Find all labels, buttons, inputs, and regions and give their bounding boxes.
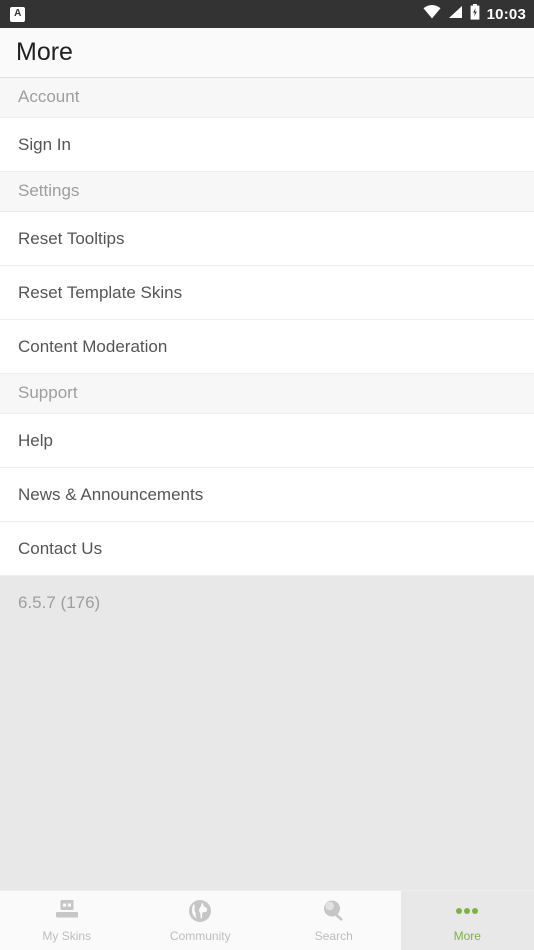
globe-icon [187,898,213,924]
list-item-label: Contact Us [18,538,103,558]
section-header-account: Account [0,78,534,118]
more-screen: A 10:03 More Account Sign In Settings Re… [0,0,534,950]
nav-item-more[interactable]: More [400,891,534,950]
status-bar-right: 10:03 [423,3,526,25]
version-footer: 6.5.7 (176) [0,576,534,890]
status-bar: A 10:03 [0,0,534,28]
list-item-label: Help [18,430,53,450]
nav-item-search[interactable]: Search [267,891,401,950]
settings-list: Account Sign In Settings Reset Tooltips … [0,78,534,890]
battery-icon [470,3,480,25]
section-header-label: Account [18,87,80,106]
cellular-signal-icon [448,5,463,24]
page-title: More [16,38,73,66]
magnifier-icon [321,898,347,924]
section-header-label: Settings [18,181,80,200]
list-item-news-announcements[interactable]: News & Announcements [0,468,534,522]
title-bar: More [0,28,534,78]
list-item-help[interactable]: Help [0,414,534,468]
three-dots-icon [452,898,482,924]
app-version-label: 6.5.7 (176) [18,593,101,612]
nav-item-my-skins[interactable]: My Skins [0,891,134,950]
list-item-label: Content Moderation [18,336,168,356]
list-item-sign-in[interactable]: Sign In [0,118,534,172]
status-bar-left: A [10,6,25,22]
list-item-contact-us[interactable]: Contact Us [0,522,534,576]
nav-item-label: More [453,929,481,943]
section-header-label: Support [18,383,78,402]
nav-item-label: Community [169,929,231,943]
nav-item-label: Search [314,929,353,943]
nav-item-community[interactable]: Community [134,891,268,950]
app-badge-icon: A [10,6,25,22]
nav-item-label: My Skins [42,929,92,943]
list-item-content-moderation[interactable]: Content Moderation [0,320,534,374]
bottom-navigation-bar: My Skins Community Search More [0,890,534,950]
list-item-label: News & Announcements [18,484,204,504]
app-badge-letter: A [14,7,21,19]
list-item-label: Reset Template Skins [18,282,183,302]
wifi-icon [423,4,441,24]
list-item-label: Reset Tooltips [18,228,125,248]
skin-character-icon [52,898,82,924]
section-header-settings: Settings [0,172,534,212]
list-item-reset-tooltips[interactable]: Reset Tooltips [0,212,534,266]
list-item-reset-template-skins[interactable]: Reset Template Skins [0,266,534,320]
list-item-label: Sign In [18,134,71,154]
status-bar-clock: 10:03 [486,5,526,23]
section-header-support: Support [0,374,534,414]
